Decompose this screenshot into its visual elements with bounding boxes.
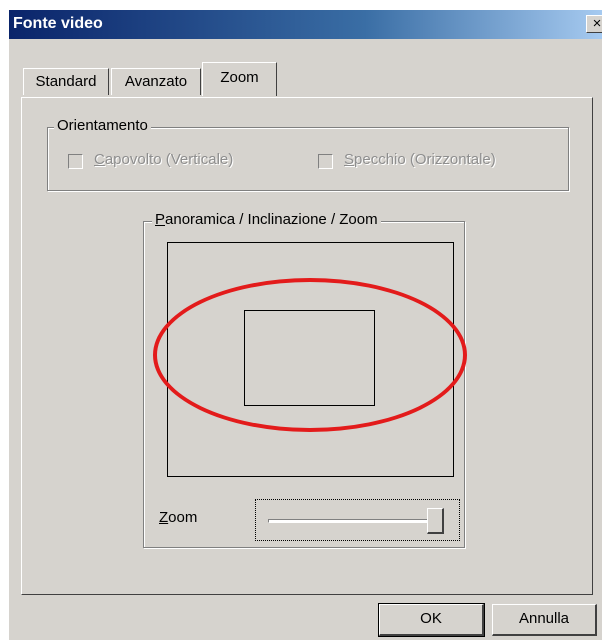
orientation-group: Orientamento Capovolto (Verticale) Specc…	[47, 117, 569, 191]
flip-vertical-checkbox[interactable]	[68, 154, 83, 169]
window-title: Fonte video	[13, 15, 103, 32]
zoom-slider-thumb[interactable]	[427, 508, 444, 534]
cancel-button-label: Annulla	[518, 610, 570, 627]
mirror-horizontal-label: Specchio (Orizzontale)	[344, 151, 496, 168]
tab-avanzato[interactable]: Avanzato	[111, 68, 201, 95]
zoom-tab-panel: Orientamento Capovolto (Verticale) Specc…	[21, 97, 593, 595]
tab-zoom-label: Zoom	[220, 69, 259, 86]
orientation-group-label: Orientamento	[54, 117, 151, 134]
red-highlight-ellipse	[153, 278, 467, 432]
tab-avanzato-label: Avanzato	[124, 73, 188, 90]
video-source-dialog: Fonte video × Standard Avanzato Zoom Ori…	[9, 10, 602, 640]
mirror-horizontal-checkbox[interactable]	[318, 154, 333, 169]
tab-standard[interactable]: Standard	[23, 68, 109, 95]
zoom-slider-label: Zoom	[159, 509, 198, 526]
zoom-slider[interactable]	[255, 499, 460, 541]
pan-tilt-zoom-group-label: Panoramica / Inclinazione / Zoom	[152, 211, 381, 228]
zoom-slider-track	[268, 519, 440, 523]
title-bar[interactable]: Fonte video ×	[9, 10, 602, 39]
close-button[interactable]: ×	[586, 15, 602, 33]
ok-button[interactable]: OK	[378, 603, 485, 637]
flip-vertical-label: Capovolto (Verticale)	[94, 151, 234, 168]
close-icon: ×	[592, 15, 602, 32]
cancel-button[interactable]: Annulla	[492, 604, 597, 636]
tab-zoom[interactable]: Zoom	[202, 62, 277, 96]
tab-standard-label: Standard	[35, 73, 97, 90]
ok-button-label: OK	[420, 610, 442, 627]
